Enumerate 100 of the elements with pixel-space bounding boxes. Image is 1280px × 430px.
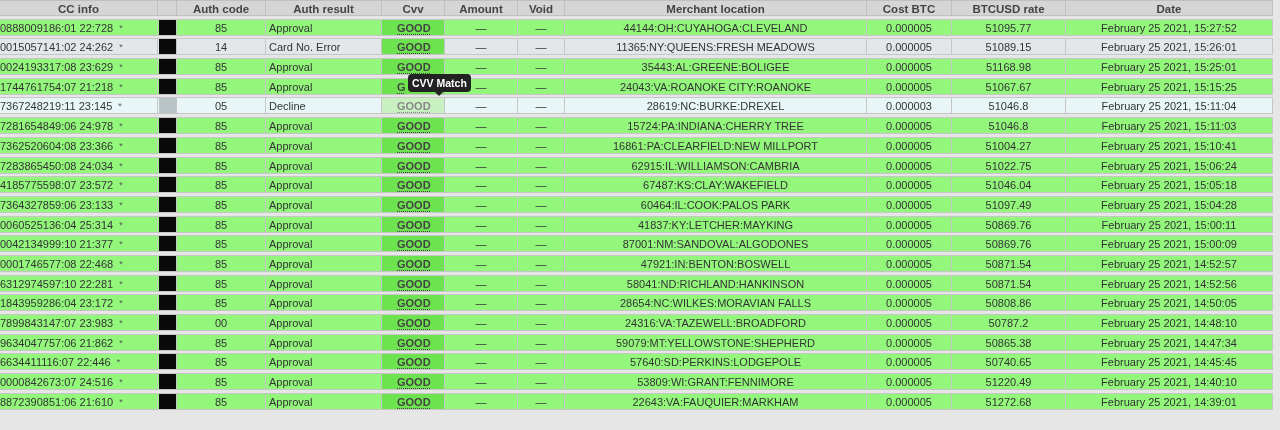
cvv-status: GOOD xyxy=(382,392,445,410)
table-cell: 85 xyxy=(177,353,266,371)
table-cell: February 25 2021, 15:25:01 xyxy=(1066,58,1273,76)
table-cell: 51046.04 xyxy=(952,176,1066,194)
table-cell: Approval xyxy=(266,294,382,312)
table-cell: February 25 2021, 15:05:18 xyxy=(1066,176,1273,194)
redaction-block xyxy=(158,315,176,330)
table-cell: 51097.49 xyxy=(952,195,1066,213)
table-cell: 51168.98 xyxy=(952,58,1066,76)
table-cell: 51046.8 xyxy=(952,117,1066,135)
table-cell: February 25 2021, 14:40:10 xyxy=(1066,373,1273,391)
cvv-status: GOOD xyxy=(382,117,445,135)
table-cell: 85 xyxy=(177,58,266,76)
table-cell: 85 xyxy=(177,215,266,233)
table-cell: — xyxy=(445,58,518,76)
asterisk-mark: * xyxy=(119,336,123,350)
table-cell: 51046.8 xyxy=(952,97,1066,115)
table-cell: February 25 2021, 14:52:56 xyxy=(1066,274,1273,292)
table-cell: 85 xyxy=(177,235,266,253)
asterisk-mark: * xyxy=(119,21,123,35)
table-cell: Approval xyxy=(266,77,382,95)
table-cell: February 25 2021, 15:04:28 xyxy=(1066,195,1273,213)
redaction-block xyxy=(158,393,176,409)
redaction-block xyxy=(158,137,176,153)
table-cell: 50871.54 xyxy=(952,254,1066,272)
cvv-status: GOOD xyxy=(382,314,445,331)
column-header[interactable]: CC info xyxy=(0,0,158,16)
column-header[interactable]: Merchant location xyxy=(565,0,867,16)
table-cell: Approval xyxy=(266,195,382,213)
table-cell: 41837:KY:LETCHER:MAYKING xyxy=(565,215,867,233)
table-cell: 0.000005 xyxy=(867,195,952,213)
table-cell: — xyxy=(445,117,518,135)
column-header[interactable]: Auth result xyxy=(266,0,382,16)
table-cell: 24043:VA:ROANOKE CITY:ROANOKE xyxy=(565,77,867,95)
table-cell: Approval xyxy=(266,392,382,410)
cvv-status: GOOD xyxy=(382,294,445,312)
table-cell: 11365:NY:QUEENS:FRESH MEADOWS xyxy=(565,38,867,56)
card-info: 1744761754:07 21:218 xyxy=(0,79,114,94)
table-cell: 0.000005 xyxy=(867,373,952,391)
cvv-status: GOOD xyxy=(382,176,445,194)
table-cell: February 25 2021, 15:00:09 xyxy=(1066,235,1273,253)
table-cell: 0.000005 xyxy=(867,314,952,331)
table-cell: — xyxy=(445,392,518,410)
table-cell: 85 xyxy=(177,156,266,174)
table-cell: — xyxy=(518,18,565,36)
column-header[interactable]: Void xyxy=(518,0,565,16)
table-cell: 16861:PA:CLEARFIELD:NEW MILLPORT xyxy=(565,136,867,154)
table-cell: — xyxy=(445,294,518,312)
table-cell: 85 xyxy=(177,136,266,154)
table-cell: 51004.27 xyxy=(952,136,1066,154)
table-cell: 0.000005 xyxy=(867,117,952,135)
redaction-block xyxy=(158,275,176,291)
table-cell: 51220.49 xyxy=(952,373,1066,391)
table-cell: 50865.38 xyxy=(952,333,1066,351)
column-header[interactable]: BTCUSD rate xyxy=(952,0,1066,16)
card-info: 6634411116:07 22:446 xyxy=(0,355,111,370)
asterisk-mark: * xyxy=(119,376,123,390)
redaction-block xyxy=(158,236,176,252)
redaction-block xyxy=(158,98,176,114)
table-cell: 50871.54 xyxy=(952,274,1066,292)
column-header[interactable]: Date xyxy=(1066,0,1273,16)
table-cell: 05 xyxy=(177,97,266,115)
table-cell: 0.000005 xyxy=(867,136,952,154)
cvv-status: GOOD xyxy=(382,136,445,154)
table-cell: — xyxy=(445,156,518,174)
table-cell: — xyxy=(445,176,518,194)
column-header[interactable]: Amount xyxy=(445,0,518,16)
asterisk-mark: * xyxy=(119,179,123,193)
table-cell: — xyxy=(445,254,518,272)
table-cell: — xyxy=(518,215,565,233)
card-info: 7281654849:06 24:978 xyxy=(0,119,114,134)
column-header[interactable]: Cvv xyxy=(382,0,445,16)
cvv-status: GOOD xyxy=(382,235,445,253)
table-cell: Card No. Error xyxy=(266,38,382,56)
table-cell: 51022.75 xyxy=(952,156,1066,174)
table-cell: — xyxy=(518,254,565,272)
table-cell: 51067.67 xyxy=(952,77,1066,95)
column-header[interactable]: Auth code xyxy=(177,0,266,16)
card-info: 1843959286:04 23:172 xyxy=(0,296,114,311)
cvv-status: GOOD xyxy=(382,254,445,272)
table-cell: 0.000005 xyxy=(867,274,952,292)
card-info: 8872390851:06 21:610 xyxy=(0,394,114,409)
card-info: 0888009186:01 22:728 xyxy=(0,20,114,35)
table-cell: 85 xyxy=(177,117,266,135)
table-cell: 0.000005 xyxy=(867,58,952,76)
card-info: 6312974597:10 22:281 xyxy=(0,276,114,291)
table-cell: Approval xyxy=(266,353,382,371)
table-cell: — xyxy=(445,215,518,233)
table-cell: — xyxy=(518,294,565,312)
cvv-status: GOOD xyxy=(382,156,445,174)
column-header[interactable]: Cost BTC xyxy=(867,0,952,16)
asterisk-mark: * xyxy=(119,395,123,409)
asterisk-mark: * xyxy=(119,297,123,311)
table-cell: — xyxy=(445,97,518,115)
redaction-block xyxy=(158,59,176,75)
table-cell: — xyxy=(518,136,565,154)
table-cell: — xyxy=(518,97,565,115)
table-cell: Approval xyxy=(266,58,382,76)
tooltip: CVV Match xyxy=(408,74,471,93)
table-cell: — xyxy=(518,333,565,351)
